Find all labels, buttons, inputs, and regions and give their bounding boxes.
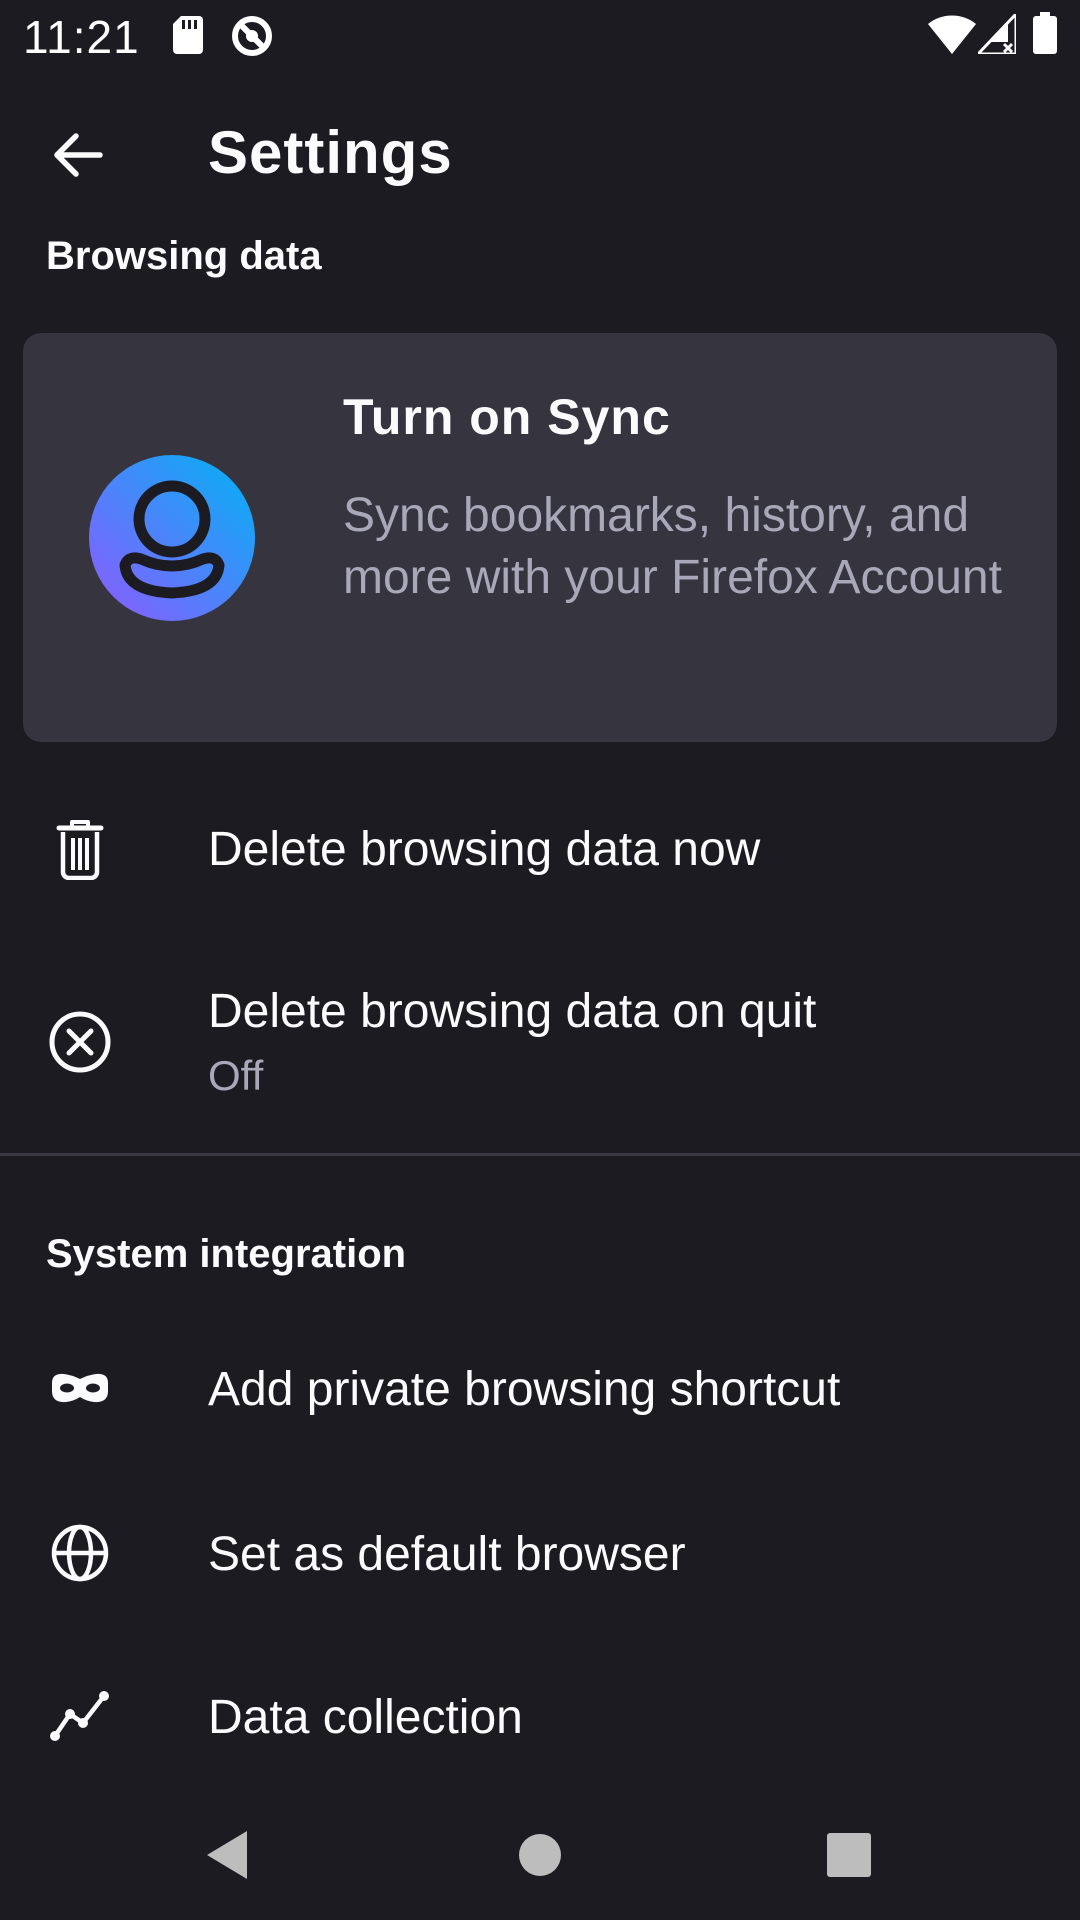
sync-sign-in-card[interactable]: Turn on Sync Sync bookmarks, history, an… — [23, 333, 1057, 742]
pref-label: Add private browsing shortcut — [208, 1363, 841, 1416]
section-header-system-integration: System integration — [46, 1232, 407, 1276]
section-divider — [0, 1153, 1080, 1156]
status-time: 11:21 — [23, 11, 140, 63]
pref-label: Delete browsing data now — [208, 823, 761, 876]
pref-label: Data collection — [208, 1691, 523, 1744]
system-navigation-bar — [0, 1790, 1080, 1920]
wifi-icon — [928, 15, 976, 54]
app-toolbar: Settings — [0, 80, 1080, 220]
data-chart-icon — [42, 1678, 118, 1754]
back-button[interactable] — [38, 115, 118, 195]
pref-label: Delete browsing data on quit — [208, 985, 817, 1038]
do-not-disturb-icon — [232, 16, 272, 56]
page-title: Settings — [208, 119, 453, 186]
private-mask-icon — [42, 1350, 118, 1426]
pref-add-private-browsing-shortcut[interactable]: Add private browsing shortcut — [0, 1330, 1080, 1450]
sd-card-icon — [173, 16, 203, 54]
sync-description: Sync bookmarks, history, and more with y… — [343, 489, 1002, 604]
arrow-left-icon — [54, 133, 103, 177]
cell-signal-icon — [978, 14, 1016, 54]
section-header-browsing-data: Browsing data — [46, 234, 322, 278]
nav-home-icon — [519, 1834, 561, 1876]
sync-title: Turn on Sync — [343, 389, 671, 445]
pref-summary: Off — [208, 1052, 264, 1099]
trash-icon — [42, 812, 118, 888]
pref-label: Set as default browser — [208, 1528, 686, 1581]
pref-delete-browsing-data-now[interactable]: Delete browsing data now — [0, 790, 1080, 910]
nav-recents-button[interactable] — [804, 1810, 894, 1900]
account-avatar-icon — [89, 455, 255, 621]
pref-set-as-default-browser[interactable]: Set as default browser — [0, 1495, 1080, 1615]
nav-home-button[interactable] — [495, 1810, 585, 1900]
pref-data-collection[interactable]: Data collection — [0, 1658, 1080, 1778]
nav-back-icon — [207, 1831, 247, 1879]
globe-icon — [42, 1515, 118, 1591]
battery-icon — [1033, 12, 1057, 54]
status-bar: 11:21 — [0, 0, 1080, 70]
close-circle-icon — [42, 1004, 118, 1080]
nav-recents-icon — [827, 1833, 871, 1877]
pref-delete-browsing-data-on-quit[interactable]: Delete browsing data on quit Off — [0, 960, 1080, 1130]
nav-back-button[interactable] — [182, 1810, 272, 1900]
